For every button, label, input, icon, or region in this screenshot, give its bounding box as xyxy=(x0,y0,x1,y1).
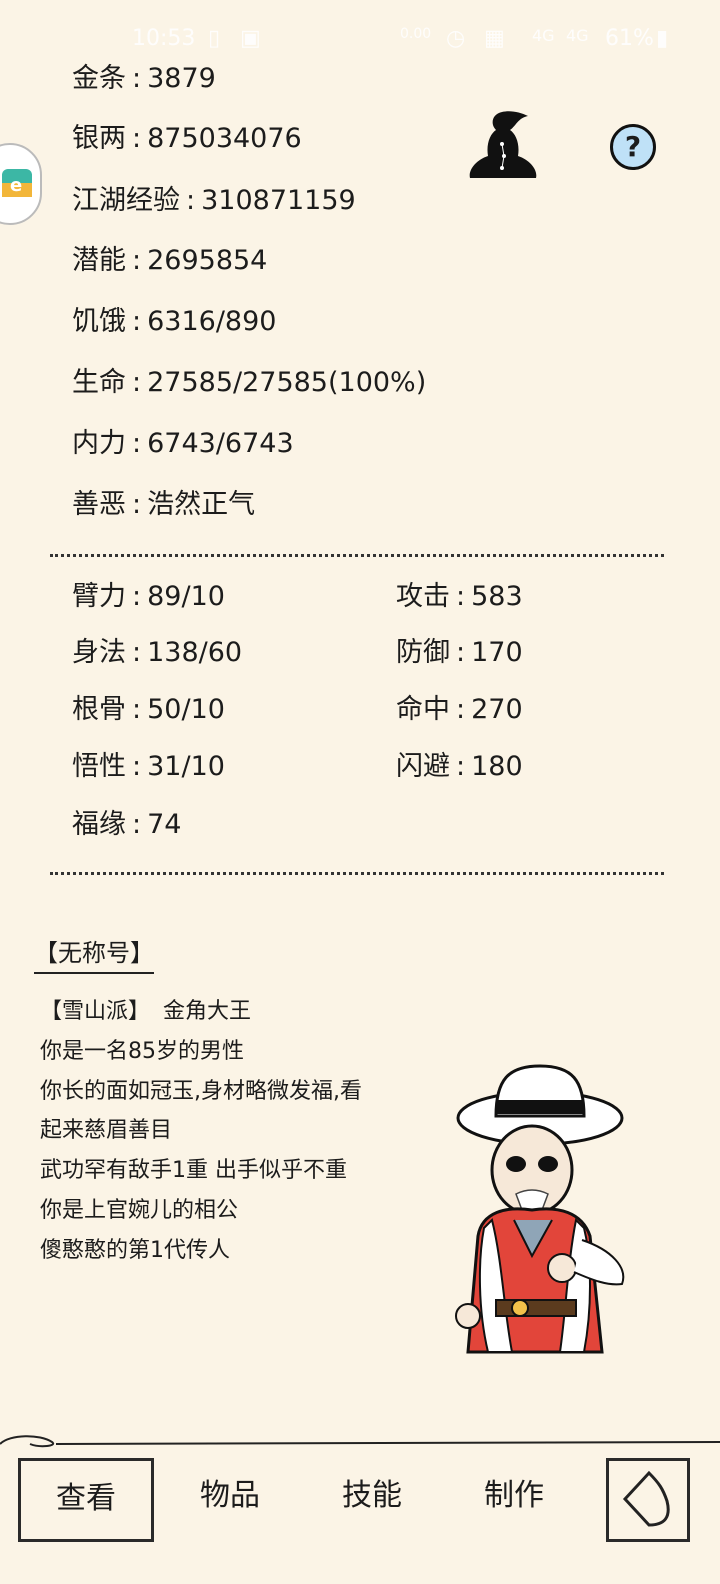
bio-line-6: 傻憨憨的第1代传人 xyxy=(40,1238,230,1263)
nav-items-button[interactable]: 物品 xyxy=(180,1458,280,1542)
exp-value: 310871159 xyxy=(201,185,356,216)
bio-name: 金角大王 xyxy=(163,999,252,1024)
stat-inner: 内力:6743/6743 xyxy=(72,428,294,459)
attr-attack: 攻击:583 xyxy=(396,581,523,612)
battery-text: 61% xyxy=(605,26,654,51)
stat-life: 生命:27585/27585(100%) xyxy=(72,367,427,398)
inner-value: 6743/6743 xyxy=(147,428,294,459)
sim-icon: ▯ xyxy=(208,26,221,51)
bio-line-1: 你是一名85岁的男性 xyxy=(40,1039,244,1064)
attr-dodge: 闪避:180 xyxy=(396,751,523,782)
morality-label: 善恶 xyxy=(72,489,126,520)
svg-text:e: e xyxy=(10,175,22,196)
character-portrait xyxy=(455,1064,625,1354)
status-time: 10:53 xyxy=(132,26,196,51)
divider-bottom xyxy=(50,872,664,875)
player-title[interactable]: 【无称号】 xyxy=(34,933,154,974)
luck-value: 74 xyxy=(147,809,182,840)
meditation-icon[interactable] xyxy=(462,104,544,186)
bio-sect-line: 【雪山派】 金角大王 xyxy=(40,998,251,1026)
nav-view-label: 查看 xyxy=(56,1481,116,1516)
bottom-decor-line xyxy=(0,1435,720,1448)
nav-items-label: 物品 xyxy=(200,1478,260,1513)
potential-value: 2695854 xyxy=(147,245,268,276)
luck-label: 福缘 xyxy=(72,809,126,840)
stat-exp: 江湖经验:310871159 xyxy=(72,185,356,216)
divider-top xyxy=(50,554,664,557)
morality-value: 浩然正气 xyxy=(147,489,256,520)
attack-label: 攻击 xyxy=(396,581,450,612)
back-arrow-icon xyxy=(622,1470,670,1527)
stat-gold: 金条:3879 xyxy=(72,63,216,94)
help-icon: ? xyxy=(624,130,642,163)
silver-value: 875034076 xyxy=(147,123,302,154)
nav-skills-label: 技能 xyxy=(342,1478,402,1513)
attr-luck: 福缘:74 xyxy=(72,809,182,840)
wisdom-value: 31/10 xyxy=(147,751,225,782)
attr-wisdom: 悟性:31/10 xyxy=(72,751,225,782)
attr-strength: 臂力:89/10 xyxy=(72,581,225,612)
stat-potential: 潜能:2695854 xyxy=(72,245,268,276)
bio-line-2: 你长的面如冠玉,身材略微发福,看 xyxy=(40,1079,362,1104)
strength-value: 89/10 xyxy=(147,581,225,612)
help-button[interactable]: ? xyxy=(610,124,656,170)
stat-morality: 善恶: 浩然正气 xyxy=(72,489,256,520)
battery-icon: ▮ xyxy=(656,26,669,51)
floating-ball[interactable]: e xyxy=(0,143,42,225)
attack-value: 583 xyxy=(471,581,523,612)
nav-craft-button[interactable]: 制作 xyxy=(464,1458,564,1542)
life-value: 27585/27585(100%) xyxy=(147,367,427,398)
potential-label: 潜能 xyxy=(72,245,126,276)
attr-defense: 防御:170 xyxy=(396,637,523,668)
hit-value: 270 xyxy=(471,694,523,725)
gold-value: 3879 xyxy=(147,63,216,94)
agility-value: 138/60 xyxy=(147,637,243,668)
image-icon: ▣ xyxy=(240,26,261,51)
back-button[interactable] xyxy=(606,1458,690,1542)
bio-line-5: 你是上官婉儿的相公 xyxy=(40,1198,239,1223)
agility-label: 身法 xyxy=(72,637,126,668)
stat-silver: 银两:875034076 xyxy=(72,123,302,154)
attr-agility: 身法:138/60 xyxy=(72,637,243,668)
constitution-value: 50/10 xyxy=(147,694,225,725)
inner-label: 内力 xyxy=(72,428,126,459)
wisdom-label: 悟性 xyxy=(72,751,126,782)
hd-icon: ▦ xyxy=(484,26,505,51)
nav-craft-label: 制作 xyxy=(484,1478,544,1513)
hit-label: 命中 xyxy=(396,694,450,725)
stat-hunger: 饥饿:6316/890 xyxy=(72,306,277,337)
constitution-label: 根骨 xyxy=(72,694,126,725)
hunger-value: 6316/890 xyxy=(147,306,277,337)
signal-2: 4G xyxy=(566,26,589,45)
attr-hit: 命中:270 xyxy=(396,694,523,725)
attr-constitution: 根骨:50/10 xyxy=(72,694,225,725)
bio-sect: 【雪山派】 xyxy=(40,999,151,1024)
exp-label: 江湖经验 xyxy=(72,185,180,216)
hunger-label: 饥饿 xyxy=(72,306,126,337)
strength-label: 臂力 xyxy=(72,581,126,612)
nav-view-button[interactable]: 查看 xyxy=(18,1458,154,1542)
floating-ball-icon: e xyxy=(2,169,32,197)
bio-line-4: 武功罕有敌手1重 出手似乎不重 xyxy=(40,1158,347,1183)
dodge-value: 180 xyxy=(471,751,523,782)
silver-label: 银两 xyxy=(72,123,126,154)
net-speed: 0.00 xyxy=(400,26,432,42)
signal-1: 4G xyxy=(532,26,555,45)
defense-value: 170 xyxy=(471,637,523,668)
nav-skills-button[interactable]: 技能 xyxy=(322,1458,422,1542)
gold-label: 金条 xyxy=(72,63,126,94)
alarm-icon: ◷ xyxy=(446,26,466,51)
defense-label: 防御 xyxy=(396,637,450,668)
life-label: 生命 xyxy=(72,367,126,398)
dodge-label: 闪避 xyxy=(396,751,450,782)
bio-line-3: 起来慈眉善目 xyxy=(40,1118,173,1143)
